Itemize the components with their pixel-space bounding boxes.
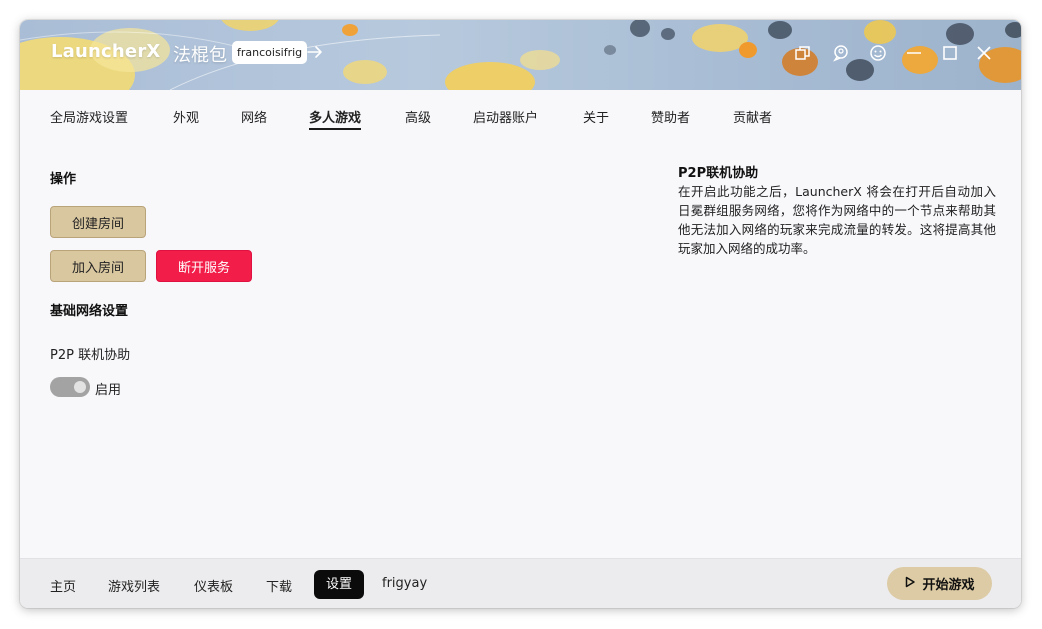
minimize-icon[interactable] xyxy=(903,42,925,64)
create-room-button[interactable]: 创建房间 xyxy=(50,206,146,238)
settings-tabs: 全局游戏设置 外观 网络 多人游戏 高级 启动器账户 关于 赞助者 贡献者 xyxy=(20,90,1021,140)
maximize-icon[interactable] xyxy=(939,42,961,64)
launcher-window: LauncherX 法棍包 francoisifrig 全局游戏设置 外观 网络… xyxy=(20,20,1021,608)
nav-download[interactable]: 下载 xyxy=(266,576,292,595)
nav-home[interactable]: 主页 xyxy=(50,576,76,595)
network-settings-title: 基础网络设置 xyxy=(50,304,129,319)
nav-dashboard[interactable]: 仪表板 xyxy=(194,576,233,595)
toggle-enabled-label: 启用 xyxy=(95,383,122,398)
nav-game-list[interactable]: 游戏列表 xyxy=(108,576,160,595)
operations-title: 操作 xyxy=(50,172,77,187)
p2p-assist-label: P2P 联机协助 xyxy=(50,348,131,363)
info-description: 在开启此功能之后，LauncherX 将会在打开后自动加入日冕群组服务网络，您将… xyxy=(678,184,996,256)
bottom-nav-bar: 主页 游戏列表 仪表板 下载 设置 frigyay 开始游戏 xyxy=(20,558,1021,608)
p2p-assist-toggle[interactable] xyxy=(50,377,90,397)
title-bar[interactable]: LauncherX 法棍包 francoisifrig xyxy=(20,20,1021,90)
info-title: P2P联机协助 xyxy=(678,166,759,181)
nav-account[interactable]: frigyay xyxy=(382,576,427,591)
app-name: LauncherX xyxy=(51,41,161,62)
join-room-button[interactable]: 加入房间 xyxy=(50,250,146,282)
user-chip[interactable]: francoisifrig xyxy=(232,41,308,64)
close-icon[interactable] xyxy=(973,42,995,64)
play-icon xyxy=(904,576,916,592)
tab-multiplayer[interactable]: 多人游戏 xyxy=(309,107,362,130)
tab-sponsors[interactable]: 赞助者 xyxy=(651,107,690,126)
chat-icon[interactable] xyxy=(830,42,852,64)
restore-window-icon[interactable] xyxy=(792,42,814,64)
start-game-button[interactable]: 开始游戏 xyxy=(887,567,992,600)
switch-arrow-icon[interactable] xyxy=(305,42,325,62)
smiley-icon[interactable] xyxy=(867,42,889,64)
tab-about[interactable]: 关于 xyxy=(583,107,609,126)
disconnect-button[interactable]: 断开服务 xyxy=(156,250,252,282)
toggle-knob xyxy=(74,381,86,393)
tab-contributors[interactable]: 贡献者 xyxy=(733,107,772,126)
tab-appearance[interactable]: 外观 xyxy=(173,107,199,126)
tab-global-game-settings[interactable]: 全局游戏设置 xyxy=(50,107,128,126)
tab-advanced[interactable]: 高级 xyxy=(405,107,431,126)
tab-network[interactable]: 网络 xyxy=(241,107,267,126)
start-game-label: 开始游戏 xyxy=(922,578,975,593)
tab-launcher-account[interactable]: 启动器账户 xyxy=(473,107,538,126)
nav-settings[interactable]: 设置 xyxy=(314,570,365,599)
profile-name[interactable]: 法棍包 xyxy=(173,41,227,67)
